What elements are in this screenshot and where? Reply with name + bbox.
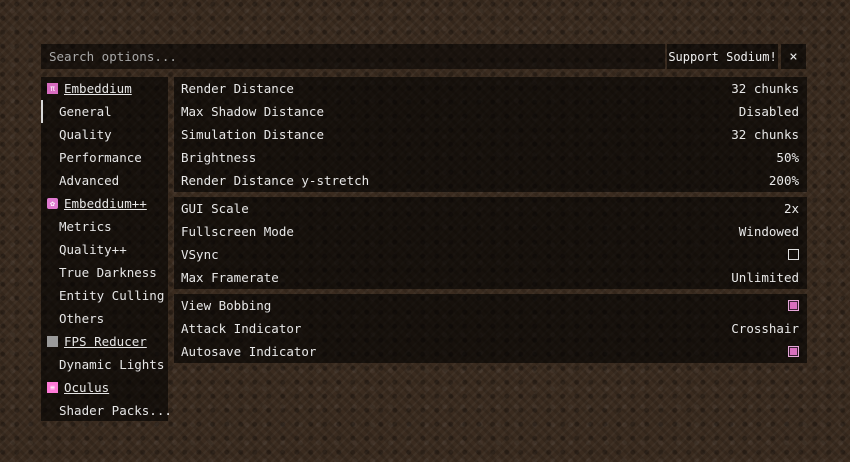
option-value: 50% (776, 150, 799, 165)
option-value: Windowed (738, 224, 799, 239)
option-value: Disabled (738, 104, 799, 119)
option-attack-indicator[interactable]: Attack Indicator Crosshair (174, 317, 807, 340)
sidebar-item-label: Entity Culling (59, 288, 165, 303)
close-icon: × (789, 48, 798, 65)
option-gui-scale[interactable]: GUI Scale 2x (174, 197, 807, 220)
gear-icon: ✿ (47, 198, 58, 209)
pi-icon: π (47, 83, 58, 94)
option-value: 2x (783, 201, 799, 216)
option-group: GUI Scale 2x Fullscreen Mode Windowed VSync M… (174, 197, 807, 289)
sidebar-mod-embeddium[interactable]: ✿ Embeddium++ (41, 192, 168, 215)
sidebar-mod-embeddium[interactable]: π Embeddium (41, 77, 168, 100)
option-simulation-distance[interactable]: Simulation Distance 32 chunks (174, 123, 807, 146)
option-label: Autosave Indicator (181, 344, 317, 359)
sidebar-item-label: Shader Packs... (59, 403, 172, 418)
option-autosave-indicator[interactable]: Autosave Indicator (174, 340, 807, 363)
sidebar-item-general[interactable]: General (41, 100, 168, 123)
fps-reducer-icon (47, 336, 58, 347)
sidebar-item-label: Quality++ (59, 242, 127, 257)
sidebar-item-label: Performance (59, 150, 142, 165)
close-button[interactable]: × (781, 44, 806, 69)
sidebar-item-label: Others (59, 311, 105, 326)
option-value: 200% (768, 173, 799, 188)
sidebar-item-label: Embeddium++ (64, 196, 147, 211)
sidebar-item-label: Dynamic Lights (59, 357, 165, 372)
options-panel: Render Distance 32 chunks Max Shadow Dista… (174, 77, 807, 368)
option-label: GUI Scale (181, 201, 249, 216)
sidebar-item-shader-packs[interactable]: Shader Packs... (41, 399, 172, 422)
option-value: Unlimited (731, 270, 799, 285)
option-group: Render Distance 32 chunks Max Shadow Dista… (174, 77, 807, 192)
sidebar-item-label: True Darkness (59, 265, 157, 280)
option-render-distance[interactable]: Render Distance 32 chunks (174, 77, 807, 100)
sidebar-item-quality[interactable]: Quality++ (41, 238, 168, 261)
option-label: Attack Indicator (181, 321, 302, 336)
sidebar-item-others[interactable]: Others (41, 307, 168, 330)
sidebar-item-label: Oculus (64, 380, 110, 395)
sidebar-item-entity-culling[interactable]: Entity Culling (41, 284, 168, 307)
option-max-shadow-distance[interactable]: Max Shadow Distance Disabled (174, 100, 807, 123)
option-value: Crosshair (731, 321, 799, 336)
sidebar-item-label: FPS Reducer (64, 334, 147, 349)
option-label: View Bobbing (181, 298, 272, 313)
sidebar-item-label: General (59, 104, 112, 119)
search-bar (41, 44, 665, 69)
option-max-framerate[interactable]: Max Framerate Unlimited (174, 266, 807, 289)
sidebar-item-label: Advanced (59, 173, 120, 188)
option-label: Brightness (181, 150, 257, 165)
option-label: Render Distance (181, 81, 294, 96)
search-input[interactable] (41, 44, 665, 69)
sidebar-item-true-darkness[interactable]: True Darkness (41, 261, 168, 284)
option-label: Max Shadow Distance (181, 104, 324, 119)
sidebar-item-label: Metrics (59, 219, 112, 234)
sidebar-mod-fps-reducer[interactable]: FPS Reducer (41, 330, 168, 353)
option-fullscreen-mode[interactable]: Fullscreen Mode Windowed (174, 220, 807, 243)
sidebar-item-quality[interactable]: Quality (41, 123, 168, 146)
option-checkbox[interactable] (788, 249, 799, 260)
sidebar-item-label: Quality (59, 127, 112, 142)
option-checkbox[interactable] (788, 346, 799, 357)
option-label: Simulation Distance (181, 127, 324, 142)
sidebar-item-dynamic-lights[interactable]: Dynamic Lights (41, 353, 168, 376)
option-label: Fullscreen Mode (181, 224, 294, 239)
option-label: Max Framerate (181, 270, 279, 285)
option-label: VSync (181, 247, 219, 262)
oculus-icon: ≡ (47, 382, 58, 393)
option-render-distance-y-stretch[interactable]: Render Distance y-stretch 200% (174, 169, 807, 192)
option-vsync[interactable]: VSync (174, 243, 807, 266)
sidebar-item-performance[interactable]: Performance (41, 146, 168, 169)
option-label: Render Distance y-stretch (181, 173, 370, 188)
option-checkbox[interactable] (788, 300, 799, 311)
sidebar-mod-oculus[interactable]: ≡ Oculus (41, 376, 168, 399)
option-group: View Bobbing Attack Indicator Crosshair Aut… (174, 294, 807, 363)
option-value: 32 chunks (731, 127, 799, 142)
support-sodium-button[interactable]: Support Sodium! (667, 44, 778, 69)
sidebar-item-advanced[interactable]: Advanced (41, 169, 168, 192)
sidebar-item-label: Embeddium (64, 81, 132, 96)
option-brightness[interactable]: Brightness 50% (174, 146, 807, 169)
option-view-bobbing[interactable]: View Bobbing (174, 294, 807, 317)
option-value: 32 chunks (731, 81, 799, 96)
sidebar-item-metrics[interactable]: Metrics (41, 215, 168, 238)
sidebar: π Embeddium General Quality Performance Advan… (41, 77, 172, 422)
